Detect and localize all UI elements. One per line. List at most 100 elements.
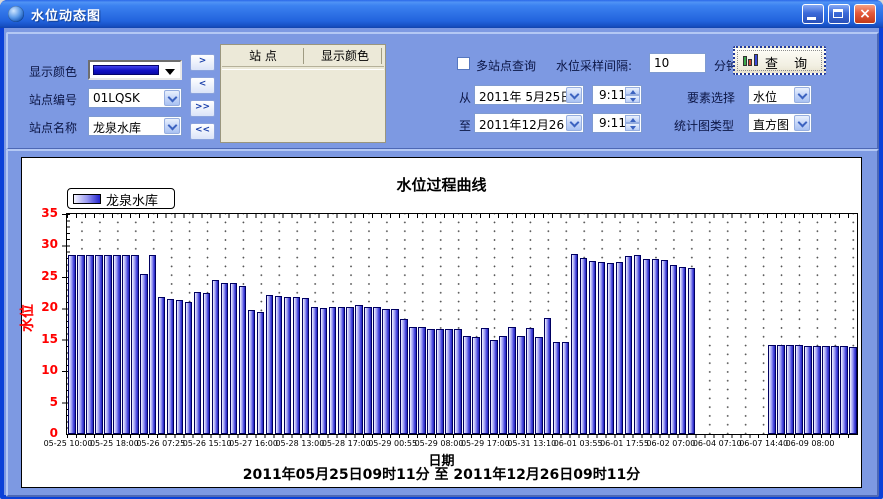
station-code-value: 01LQSK bbox=[93, 91, 140, 105]
spin-down-button[interactable] bbox=[625, 123, 640, 131]
bar bbox=[320, 308, 328, 434]
spin-down-button[interactable] bbox=[625, 95, 640, 103]
bar bbox=[535, 337, 543, 434]
move-left-button[interactable]: < bbox=[190, 77, 215, 94]
chevron-down-icon bbox=[569, 118, 579, 128]
list-header-color: 显示颜色 bbox=[305, 47, 385, 65]
move-all-left-button[interactable]: << bbox=[190, 123, 215, 140]
chart-type-combo[interactable]: 直方图 bbox=[748, 113, 812, 133]
bar bbox=[113, 255, 121, 434]
bar bbox=[562, 342, 570, 434]
from-date-dropdown-button[interactable] bbox=[566, 87, 582, 103]
arrow-down-icon bbox=[630, 98, 636, 102]
minimize-icon bbox=[807, 17, 816, 20]
bar bbox=[86, 255, 94, 435]
x-tick-label: 06-01 03:55 bbox=[554, 439, 603, 448]
x-tick-label: 06-01 17:55 bbox=[600, 439, 649, 448]
plot-area bbox=[66, 213, 858, 435]
element-select-label: 要素选择 bbox=[687, 89, 735, 106]
bar bbox=[580, 258, 588, 434]
bar bbox=[311, 307, 319, 434]
selected-color-swatch bbox=[93, 65, 159, 75]
bar bbox=[795, 345, 803, 434]
bar bbox=[598, 262, 606, 434]
x-tick-label: 05-25 10:00 bbox=[44, 439, 93, 448]
title-bar: 水位动态图 × bbox=[0, 0, 883, 28]
bar bbox=[140, 274, 148, 434]
display-color-dropdown[interactable] bbox=[88, 60, 182, 80]
bar bbox=[544, 318, 552, 434]
arrow-down-icon bbox=[630, 126, 636, 130]
bar bbox=[454, 329, 462, 434]
bar bbox=[212, 280, 220, 434]
client-area: 显示颜色 站点编号 01LQSK 站点名称 龙泉水库 > < >> << 站 点… bbox=[4, 28, 879, 495]
bar bbox=[445, 329, 453, 434]
station-code-combo[interactable]: 01LQSK bbox=[88, 88, 182, 108]
move-right-button[interactable]: > bbox=[190, 54, 215, 71]
bar bbox=[822, 346, 830, 434]
maximize-icon bbox=[833, 9, 843, 18]
arrow-up-icon bbox=[630, 118, 636, 122]
station-name-dropdown-button[interactable] bbox=[164, 118, 180, 134]
element-combo[interactable]: 水位 bbox=[748, 85, 812, 105]
spin-up-button[interactable] bbox=[625, 115, 640, 123]
bar bbox=[221, 283, 229, 434]
bar bbox=[391, 309, 399, 434]
station-list[interactable]: 站 点 显示颜色 bbox=[220, 44, 386, 143]
query-button[interactable]: 查 询 bbox=[733, 46, 826, 75]
bar bbox=[239, 286, 247, 434]
to-date-picker[interactable]: 2011年12月26日 bbox=[474, 113, 584, 133]
from-date-picker[interactable]: 2011年 5月25日 bbox=[474, 85, 584, 105]
interval-input[interactable]: 10 bbox=[649, 53, 706, 73]
legend-swatch bbox=[73, 194, 101, 204]
bar bbox=[382, 309, 390, 434]
arrow-up-icon bbox=[630, 90, 636, 94]
chart-legend: 龙泉水库 bbox=[67, 188, 175, 209]
chart-type-value: 直方图 bbox=[753, 116, 789, 133]
bar bbox=[571, 254, 579, 434]
multi-station-checkbox[interactable] bbox=[457, 57, 470, 70]
bar bbox=[804, 346, 812, 434]
spinner-buttons bbox=[625, 87, 640, 103]
close-button[interactable]: × bbox=[854, 4, 876, 24]
minimize-button[interactable] bbox=[802, 4, 824, 24]
to-date-dropdown-button[interactable] bbox=[566, 115, 582, 131]
bar bbox=[95, 255, 103, 435]
bar bbox=[284, 297, 292, 434]
bar bbox=[104, 255, 112, 435]
bar bbox=[266, 295, 274, 434]
y-axis-labels: 05101520253035 bbox=[22, 158, 62, 487]
bar bbox=[777, 345, 785, 434]
date-range-text: 2011年05月25日09时11分 至 2011年12月26日09时11分 bbox=[22, 464, 861, 484]
legend-label: 龙泉水库 bbox=[106, 190, 158, 209]
bar bbox=[481, 328, 489, 434]
move-all-right-button[interactable]: >> bbox=[190, 100, 215, 117]
bar bbox=[194, 292, 202, 434]
to-time-spinner[interactable]: 9:11 bbox=[592, 113, 642, 133]
bar bbox=[589, 261, 597, 434]
chevron-down-icon bbox=[167, 121, 177, 131]
display-color-label: 显示颜色 bbox=[29, 63, 77, 80]
x-tick-label: 05-29 08:00 bbox=[415, 439, 464, 448]
maximize-button[interactable] bbox=[828, 4, 850, 24]
station-name-combo[interactable]: 龙泉水库 bbox=[88, 116, 182, 136]
bar bbox=[508, 327, 516, 434]
x-tick-label: 06-04 07:10 bbox=[693, 439, 742, 448]
header-separator bbox=[381, 48, 382, 64]
list-header-station: 站 点 bbox=[223, 47, 303, 65]
spin-up-button[interactable] bbox=[625, 87, 640, 95]
from-time-spinner[interactable]: 9:11 bbox=[592, 85, 642, 105]
bar bbox=[77, 255, 85, 435]
bar bbox=[418, 327, 426, 434]
bar bbox=[346, 307, 354, 434]
x-tick-label: 06-07 14:40 bbox=[739, 439, 788, 448]
bar bbox=[364, 307, 372, 434]
x-tick-label: 05-26 15:10 bbox=[183, 439, 232, 448]
station-code-dropdown-button[interactable] bbox=[164, 90, 180, 106]
top-axis-ticks bbox=[67, 214, 857, 218]
chevron-down-icon bbox=[797, 90, 807, 100]
bar bbox=[409, 327, 417, 434]
element-dropdown-button[interactable] bbox=[794, 87, 810, 103]
y-tick-label: 20 bbox=[24, 299, 58, 315]
chart-type-dropdown-button[interactable] bbox=[794, 115, 810, 131]
